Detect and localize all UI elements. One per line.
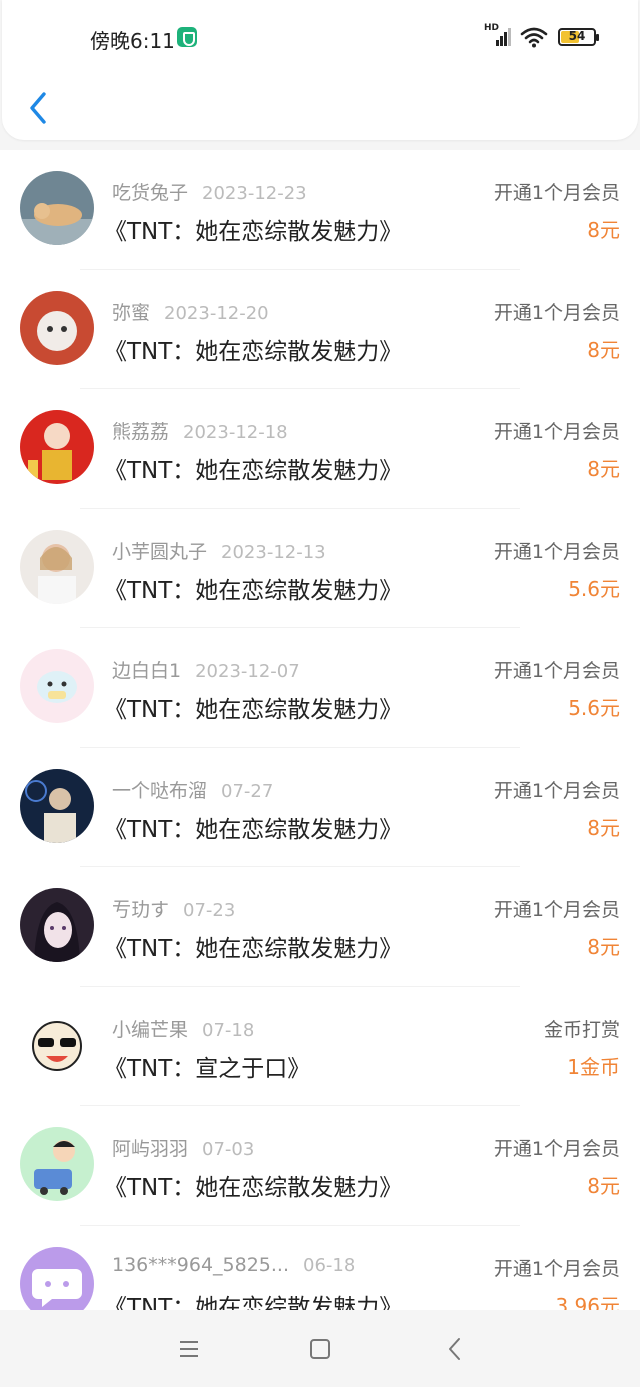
home-square-icon[interactable] — [305, 1334, 335, 1364]
record-title: 《TNT：她在恋综散发魅力》 — [104, 816, 403, 843]
record-amount: 8元 — [587, 1174, 620, 1198]
record-date: 2023-12-23 — [202, 183, 307, 204]
record-date: 2023-12-13 — [221, 541, 326, 563]
record-amount: 5.6元 — [568, 576, 620, 601]
record-date: 2023-12-18 — [183, 422, 288, 443]
status-time: 傍晚6:11 — [90, 29, 175, 53]
record-date: 2023-12-07 — [195, 661, 300, 682]
top-header: 傍晚6:11 HD 54 — [2, 0, 638, 140]
network-type: HD — [484, 23, 500, 33]
wifi-icon — [520, 27, 548, 48]
record-title: 《TNT：她在恋综散发魅力》 — [104, 338, 403, 365]
record-type: 开通1个月会员 — [493, 779, 620, 802]
back-triangle-icon[interactable] — [440, 1334, 470, 1364]
record-amount: 8元 — [587, 935, 620, 959]
record-date: 06-18 — [303, 1254, 356, 1276]
record-list: 吃货兔子 2023-12-23 《TNT：她在恋综散发魅力》 开通1个月会员 8元… — [0, 150, 640, 1310]
record-amount: 8元 — [587, 815, 620, 840]
user-name: 熊荔荔 — [112, 421, 170, 443]
record-type: 开通1个月会员 — [493, 182, 620, 204]
record-amount: 8元 — [587, 337, 620, 362]
list-item[interactable]: 亐玏す 07-23 《TNT：她在恋综散发魅力》 开通1个月会员 8元 — [0, 867, 640, 987]
record-title: 《TNT：她在恋综散发魅力》 — [104, 577, 403, 604]
record-date: 07-18 — [202, 1019, 255, 1041]
record-amount: 5.6元 — [568, 696, 620, 720]
record-amount: 1金币 — [567, 1054, 620, 1079]
signal-icon: HD — [484, 23, 511, 48]
avatar — [20, 171, 94, 245]
list-item[interactable]: 小编芒果 07-18 《TNT：宣之于口》 金币打赏 1金币 — [0, 987, 640, 1106]
shield-icon — [177, 27, 197, 47]
avatar — [20, 290, 94, 365]
user-name: 吃货兔子 — [112, 182, 189, 204]
record-title: 《TNT：她在恋综散发魅力》 — [104, 936, 403, 962]
avatar — [20, 1127, 94, 1201]
avatar — [20, 529, 94, 604]
list-item[interactable]: 阿屿羽羽 07-03 《TNT：她在恋综散发魅力》 开通1个月会员 8元 — [0, 1106, 640, 1226]
list-item[interactable]: 一个哒布溜 07-27 《TNT：她在恋综散发魅力》 开通1个月会员 8元 — [0, 748, 640, 867]
avatar — [20, 1246, 94, 1310]
user-name: 弥蜜 — [112, 301, 151, 324]
user-name: 一个哒布溜 — [112, 779, 208, 802]
avatar — [20, 410, 94, 484]
record-title: 《TNT：她在恋综散发魅力》 — [104, 1175, 403, 1201]
record-type: 开通1个月会员 — [493, 1257, 620, 1280]
list-item[interactable]: 136***964_5825... 06-18 《TNT：她在恋综散发魅力》 开通… — [0, 1226, 640, 1311]
user-name: 亐玏す — [112, 899, 170, 921]
list-item[interactable]: 熊荔荔 2023-12-18 《TNT：她在恋综散发魅力》 开通1个月会员 8元 — [0, 389, 640, 509]
record-type: 金币打赏 — [543, 1018, 620, 1041]
record-amount: 8元 — [587, 218, 620, 242]
record-type: 开通1个月会员 — [493, 421, 620, 443]
user-name: 小编芒果 — [112, 1018, 189, 1041]
list-item[interactable]: 边白白1 2023-12-07 《TNT：她在恋综散发魅力》 开通1个月会员 5.… — [0, 628, 640, 748]
battery-level: 54 — [568, 29, 586, 43]
record-type: 开通1个月会员 — [493, 1138, 620, 1160]
user-name: 136***964_5825... — [112, 1253, 290, 1276]
avatar — [20, 768, 94, 843]
status-icons: HD 54 — [484, 23, 599, 48]
avatar — [20, 649, 94, 723]
record-type: 开通1个月会员 — [493, 660, 620, 682]
list-item[interactable]: 弥蜜 2023-12-20 《TNT：她在恋综散发魅力》 开通1个月会员 8元 — [0, 270, 640, 389]
record-type: 开通1个月会员 — [493, 540, 620, 563]
record-date: 07-27 — [221, 780, 274, 802]
record-amount: 3.96元 — [555, 1293, 620, 1311]
avatar — [20, 1007, 94, 1082]
record-title: 《TNT：宣之于口》 — [104, 1055, 311, 1082]
record-title: 《TNT：她在恋综散发魅力》 — [104, 1294, 403, 1311]
record-amount: 8元 — [587, 457, 620, 481]
record-title: 《TNT：她在恋综散发魅力》 — [104, 219, 403, 245]
menu-icon[interactable] — [174, 1334, 204, 1364]
record-date: 07-23 — [183, 900, 236, 921]
record-title: 《TNT：她在恋综散发魅力》 — [104, 458, 403, 484]
battery-icon: 54 — [558, 28, 599, 46]
avatar — [20, 888, 94, 962]
record-type: 开通1个月会员 — [493, 899, 620, 921]
chevron-left-icon[interactable] — [20, 88, 54, 128]
user-name: 小芋圆丸子 — [112, 540, 208, 563]
record-type: 开通1个月会员 — [493, 301, 620, 324]
record-title: 《TNT：她在恋综散发魅力》 — [104, 697, 403, 723]
list-item[interactable]: 吃货兔子 2023-12-23 《TNT：她在恋综散发魅力》 开通1个月会员 8元 — [0, 150, 640, 270]
system-navbar — [0, 1310, 640, 1387]
list-item[interactable]: 小芋圆丸子 2023-12-13 《TNT：她在恋综散发魅力》 开通1个月会员 5… — [0, 509, 640, 628]
user-name: 边白白1 — [112, 660, 182, 682]
record-date: 07-03 — [202, 1139, 255, 1160]
record-date: 2023-12-20 — [164, 302, 269, 324]
user-name: 阿屿羽羽 — [112, 1138, 189, 1160]
